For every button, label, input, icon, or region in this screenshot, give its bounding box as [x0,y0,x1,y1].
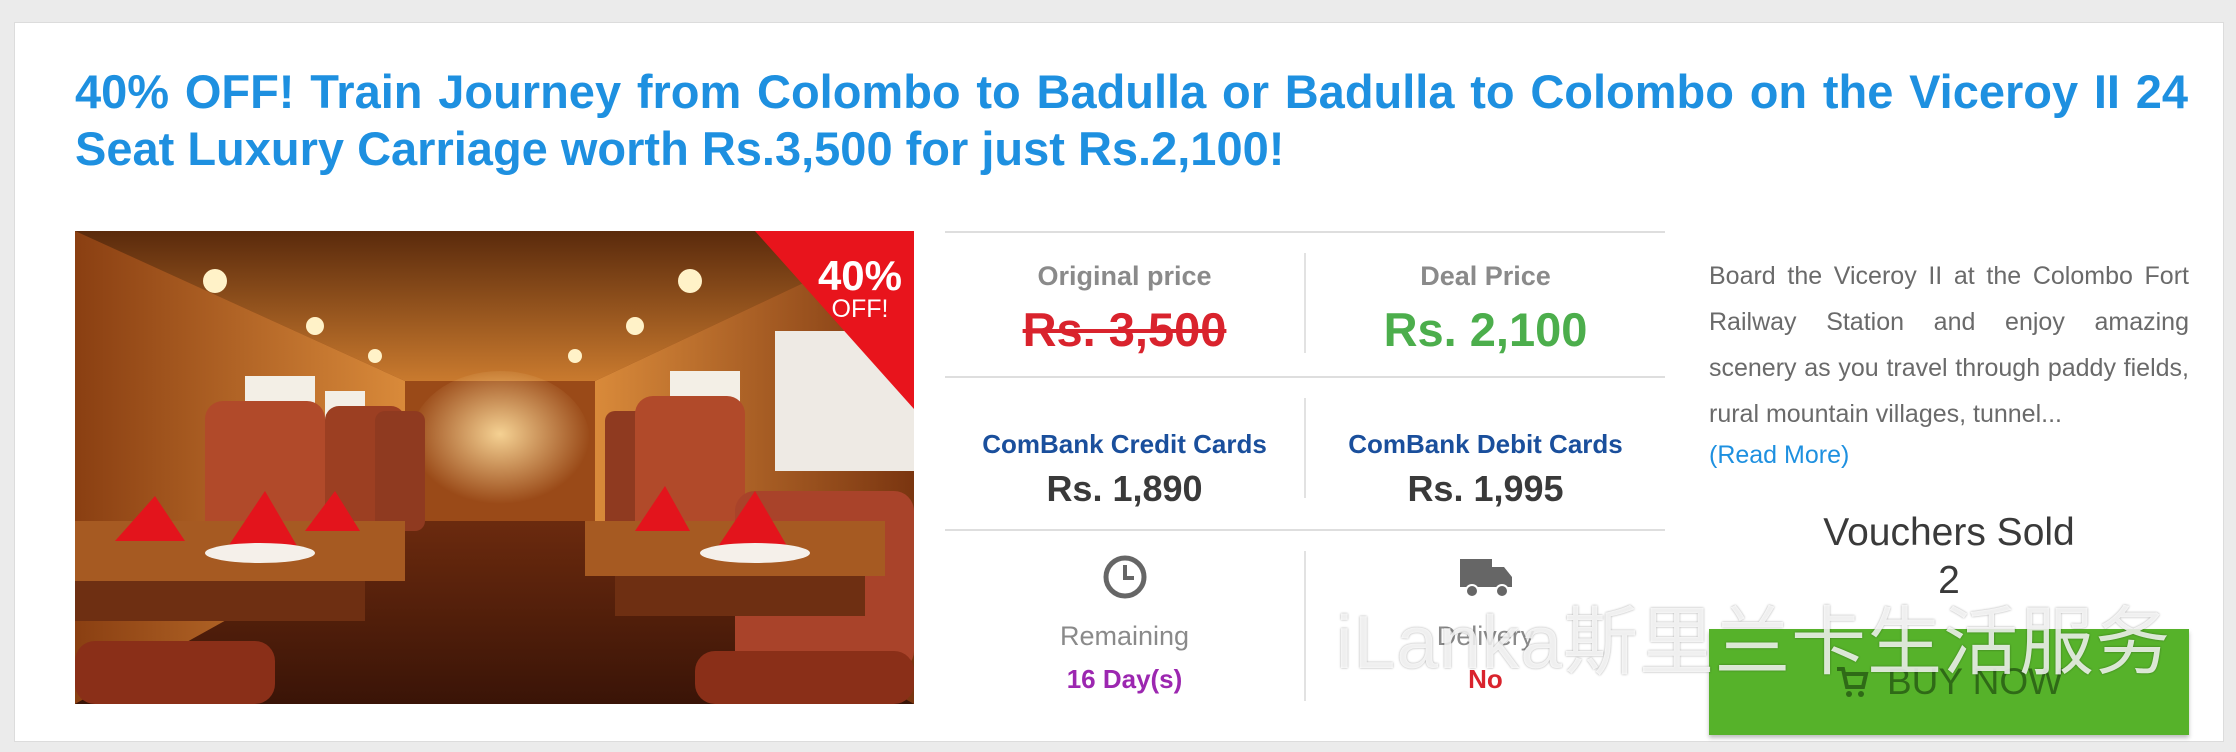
deal-price-cell: Deal Price Rs. 2,100 [1306,261,1665,357]
original-price-cell: Original price Rs. 3,500 [945,261,1304,357]
read-more-link[interactable]: (Read More) [1709,441,1849,470]
watermark-text: iLanka斯里兰卡生活服务 [1336,599,2172,684]
discount-label: OFF! [831,295,889,323]
credit-card-price: Rs. 1,890 [1046,468,1203,509]
deal-price-label: Deal Price [1420,261,1551,291]
credit-card-label: ComBank Credit Cards [982,429,1267,459]
watermark: iLanka斯里兰卡生活服务 [1214,590,2171,684]
vouchers-sold-label: Vouchers Sold [1823,511,2075,554]
carriage-photo [75,231,914,704]
discount-badge: 40% OFF! [818,255,902,322]
debit-card-price: Rs. 1,995 [1407,468,1564,509]
discount-percent: 40% [817,252,902,299]
original-price-label: Original price [1037,261,1212,291]
deal-title[interactable]: 40% OFF! Train Journey from Colombo to B… [75,63,2188,177]
debit-card-cell: ComBank Debit Cards Rs. 1,995 [1306,429,1665,510]
deal-description: Board the Viceroy II at the Colombo Fort… [1709,262,2189,428]
original-price-value: Rs. 3,500 [1022,303,1227,356]
credit-card-cell: ComBank Credit Cards Rs. 1,890 [945,429,1304,510]
deal-image[interactable]: 40% OFF! [75,231,914,704]
divider [945,376,1665,378]
divider [945,529,1665,531]
divider [945,231,1665,233]
wechat-icon [1214,595,1306,675]
deal-price-value: Rs. 2,100 [1383,303,1588,356]
debit-card-label: ComBank Debit Cards [1348,429,1623,459]
